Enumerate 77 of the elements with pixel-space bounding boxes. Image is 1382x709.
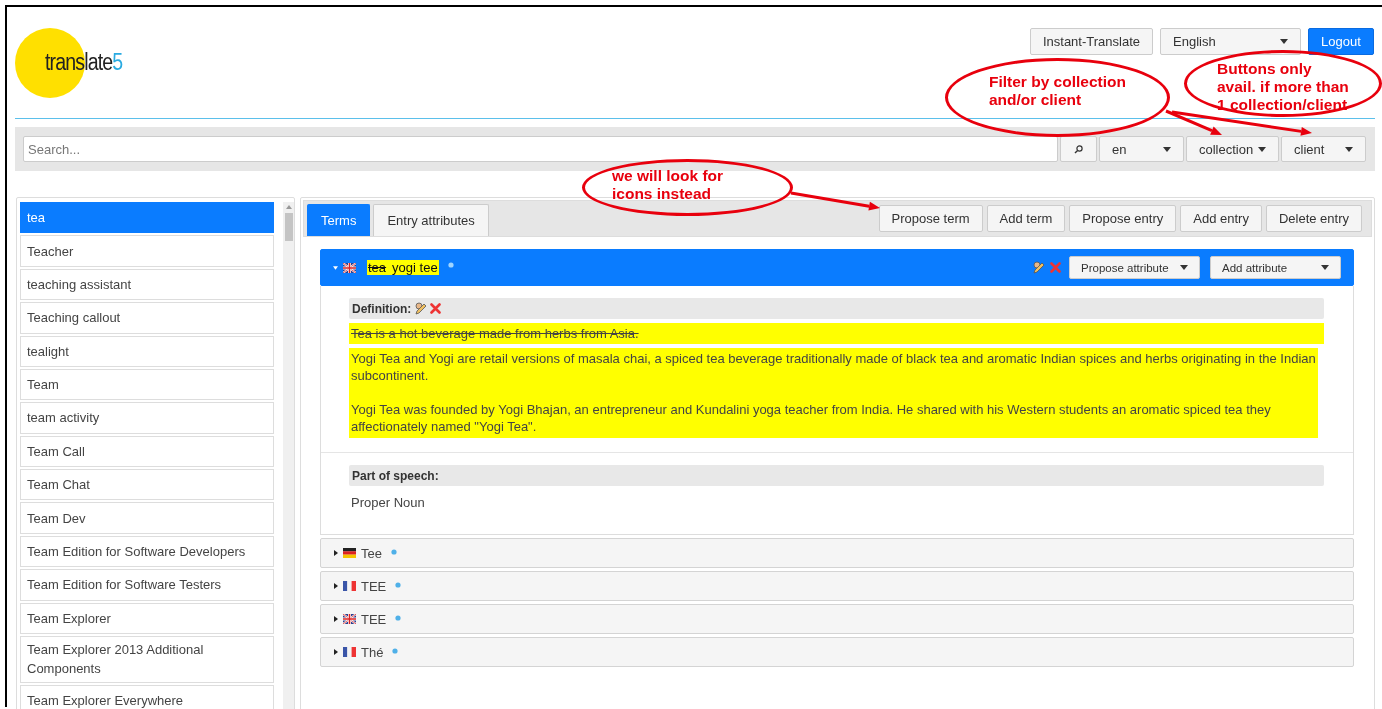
- edit-icon[interactable]: [414, 302, 428, 315]
- attribute-value: Yogi Tea was founded by Yogi Bhajan, an entrepreneur and Kundalini yoga teacher from India. He shared with his Western students an aromatic spiced tea they affectionately named "Yogi Tea".: [351, 401, 1272, 435]
- status-dot-icon: [395, 582, 402, 588]
- caret-down-icon[interactable]: [1280, 39, 1288, 44]
- status-dot-icon: [395, 615, 402, 621]
- callout: Filter by collection and/or client: [945, 58, 1170, 137]
- term-text: TEE: [361, 611, 387, 627]
- caret-down-icon[interactable]: [1163, 146, 1171, 152]
- entry-action-button[interactable]: Add entry: [1180, 205, 1262, 232]
- entry-action-button[interactable]: Add term: [986, 205, 1066, 232]
- instant-translate-button[interactable]: Instant-Translate: [1029, 28, 1153, 55]
- term-list-item[interactable]: Team Explorer Everywhere: [20, 684, 275, 709]
- language-dropdown[interactable]: en: [1099, 136, 1184, 162]
- scrollbar[interactable]: [283, 202, 294, 709]
- term-list-item[interactable]: Team Call: [20, 435, 275, 467]
- attribute-label: Part of speech:: [352, 468, 439, 483]
- term-text: Tee: [361, 545, 382, 561]
- term-text: yogi tee: [391, 260, 439, 275]
- term-list-item[interactable]: Team Chat: [20, 469, 275, 501]
- scrollbar-thumb[interactable]: [284, 213, 293, 241]
- status-dot-icon: [447, 262, 454, 268]
- caret-right-icon[interactable]: [333, 550, 338, 556]
- term-text: Thé: [361, 644, 384, 660]
- term-list-item[interactable]: teaching assistant: [20, 268, 275, 301]
- entry-action-button[interactable]: Delete entry: [1265, 205, 1362, 232]
- term-list-item[interactable]: tea: [20, 202, 275, 234]
- caret-right-icon[interactable]: [333, 616, 338, 622]
- term-list-item[interactable]: Team Dev: [20, 502, 275, 534]
- deleted-term: tea: [367, 260, 388, 275]
- search-button[interactable]: [1060, 136, 1097, 162]
- term-header[interactable]: tea yogi tee Propose attribute Add attribute: [320, 249, 1354, 286]
- flag-icon: [343, 647, 356, 657]
- flag-icon: [343, 581, 356, 591]
- term-text: TEE: [361, 578, 387, 594]
- term-row[interactable]: Tee: [320, 538, 1354, 568]
- deleted-definition: Tea is a hot beverage made from herbs from Asia.: [349, 323, 1324, 344]
- term-list-item[interactable]: Team Explorer: [20, 602, 275, 634]
- term-row[interactable]: TEE: [320, 604, 1354, 634]
- status-dot-icon: [390, 549, 397, 555]
- term-list-item[interactable]: tealight: [20, 335, 275, 367]
- language-dropdown[interactable]: English: [1160, 28, 1301, 55]
- term-list-item[interactable]: Team: [20, 368, 275, 401]
- attribute-value: Proper Noun: [351, 494, 426, 511]
- delete-icon[interactable]: [430, 303, 442, 314]
- term-row[interactable]: Thé: [320, 637, 1354, 667]
- tab[interactable]: Terms: [307, 204, 371, 236]
- client-dropdown[interactable]: client: [1281, 136, 1366, 162]
- callout: we will look for icons instead: [582, 159, 793, 216]
- term-list-item[interactable]: Team Explorer 2013 Additional Components: [20, 635, 275, 683]
- term-list-item[interactable]: Teacher: [20, 235, 275, 267]
- term-list-item[interactable]: Team Edition for Software Testers: [20, 569, 275, 601]
- term-list-item[interactable]: Teaching callout: [20, 302, 275, 334]
- caret-right-icon[interactable]: [333, 649, 338, 655]
- flag-icon: [343, 548, 356, 558]
- propose-icon[interactable]: [1032, 261, 1045, 274]
- logout-button[interactable]: Logout: [1308, 28, 1374, 55]
- entry-action-button[interactable]: Propose term: [878, 205, 983, 232]
- flag-icon: [343, 614, 356, 624]
- caret-right-icon[interactable]: [333, 583, 338, 589]
- attribute-dropdown[interactable]: Propose attribute: [1069, 256, 1200, 279]
- term-row[interactable]: TEE: [320, 571, 1354, 601]
- caret-down-icon[interactable]: [1258, 146, 1266, 152]
- search-field[interactable]: Search...: [23, 136, 1058, 162]
- attribute-dropdown[interactable]: Add attribute: [1210, 256, 1341, 279]
- caret-down-icon[interactable]: [1180, 265, 1188, 270]
- collection-dropdown[interactable]: collection: [1186, 136, 1279, 162]
- caret-down-icon[interactable]: [1345, 146, 1353, 152]
- term-list-item[interactable]: team activity: [20, 402, 275, 434]
- term-list-item[interactable]: Team Edition for Software Developers: [20, 535, 275, 568]
- entry-action-button[interactable]: Propose entry: [1069, 205, 1177, 232]
- attribute-label: Definition:: [352, 301, 412, 316]
- flag-icon: [343, 262, 356, 273]
- status-dot-icon: [392, 648, 399, 654]
- search-icon: [1074, 144, 1083, 154]
- attribute-value: Yogi Tea and Yogi are retail versions of masala chai, a spiced tea beverage traditionally made of black tea and aromatic Indian spices and herbs originating in the Indian subcontinent.: [351, 350, 1316, 384]
- caret-down-icon[interactable]: [1321, 265, 1329, 270]
- tab[interactable]: Entry attributes: [373, 204, 489, 236]
